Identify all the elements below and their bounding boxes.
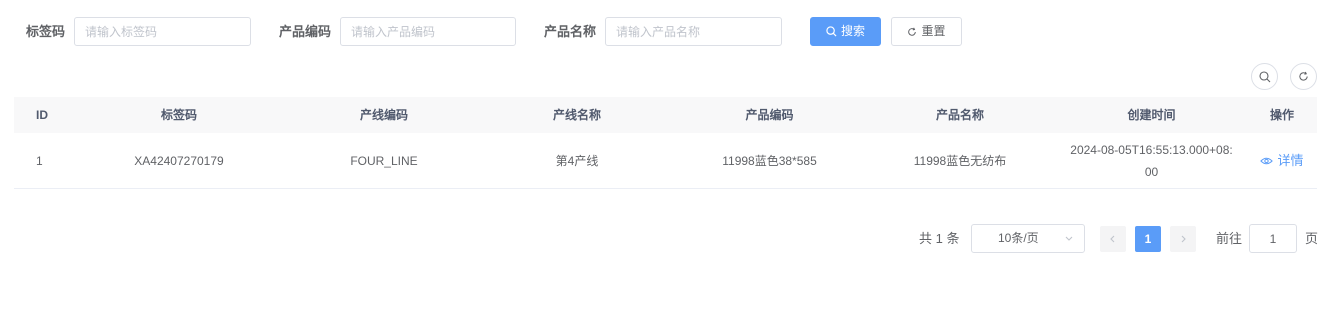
toggle-search-button[interactable] xyxy=(1251,63,1278,90)
detail-button-label: 详情 xyxy=(1277,152,1304,168)
page-size-select[interactable]: 10条/页 xyxy=(971,224,1085,253)
cell-action: 详情 xyxy=(1247,133,1317,188)
search-button-label: 搜索 xyxy=(840,24,865,38)
reset-button-label: 重置 xyxy=(921,24,946,38)
chevron-right-icon xyxy=(1181,235,1186,243)
reset-button[interactable]: 重置 xyxy=(891,17,962,46)
column-header-line-code: 产线编码 xyxy=(359,108,408,122)
page-number-button[interactable]: 1 xyxy=(1135,226,1161,252)
cell-line-name: 第4产线 xyxy=(555,153,599,168)
detail-button[interactable]: 详情 xyxy=(1260,150,1304,172)
tag-code-input[interactable] xyxy=(74,17,251,46)
pagination: 共 1 条 10条/页 1 前往 页 xyxy=(0,224,1334,253)
column-header-tag-code: 标签码 xyxy=(160,108,197,122)
cell-product-name: 11998蓝色无纺布 xyxy=(913,153,1007,168)
page-size-value: 10条/页 xyxy=(998,231,1039,245)
table-header: ID 标签码 产线编码 产线名称 产品编码 产品名称 创建时间 操作 xyxy=(14,97,1317,133)
cell-product-code: 11998蓝色38*585 xyxy=(722,153,817,168)
prev-page-button[interactable] xyxy=(1100,226,1126,252)
column-header-created-at: 创建时间 xyxy=(1127,108,1176,122)
refresh-button[interactable] xyxy=(1290,63,1317,90)
jump-page-input[interactable] xyxy=(1249,224,1297,253)
column-header-id: ID xyxy=(36,108,48,122)
cell-line-code: FOUR_LINE xyxy=(350,153,418,168)
eye-icon xyxy=(1260,157,1274,164)
search-icon xyxy=(826,26,837,37)
search-form: 标签码 产品编码 产品名称 搜索 重置 xyxy=(0,17,1334,46)
product-code-label: 产品编码 xyxy=(279,24,332,39)
next-page-button[interactable] xyxy=(1170,226,1196,252)
jump-unit: 页 xyxy=(1305,231,1319,246)
cell-id: 1 xyxy=(36,153,43,168)
chevron-left-icon xyxy=(1110,235,1115,243)
column-header-product-name: 产品名称 xyxy=(935,108,984,122)
search-button[interactable]: 搜索 xyxy=(810,17,881,46)
product-code-input[interactable] xyxy=(340,17,516,46)
tag-code-label: 标签码 xyxy=(26,24,66,39)
refresh-icon xyxy=(908,27,917,36)
search-icon xyxy=(1258,70,1270,82)
data-table: ID 标签码 产线编码 产线名称 产品编码 产品名称 创建时间 操作 1 XA4… xyxy=(14,97,1317,189)
column-header-line-name: 产线名称 xyxy=(552,108,601,122)
chevron-down-icon xyxy=(1065,236,1073,241)
cell-created-at: 2024-08-05T16:55:13.000+08:00 xyxy=(1070,142,1233,179)
product-name-input[interactable] xyxy=(605,17,782,46)
pagination-total: 共 1 条 xyxy=(919,231,960,246)
jump-label: 前往 xyxy=(1216,231,1243,246)
refresh-icon xyxy=(1299,71,1308,81)
column-header-action: 操作 xyxy=(1269,108,1294,122)
cell-tag-code: XA42407270179 xyxy=(134,153,224,168)
table-row: 1 XA42407270179 FOUR_LINE 第4产线 11998蓝色38… xyxy=(14,133,1317,189)
column-header-product-code: 产品编码 xyxy=(745,108,794,122)
product-name-label: 产品名称 xyxy=(544,24,597,39)
